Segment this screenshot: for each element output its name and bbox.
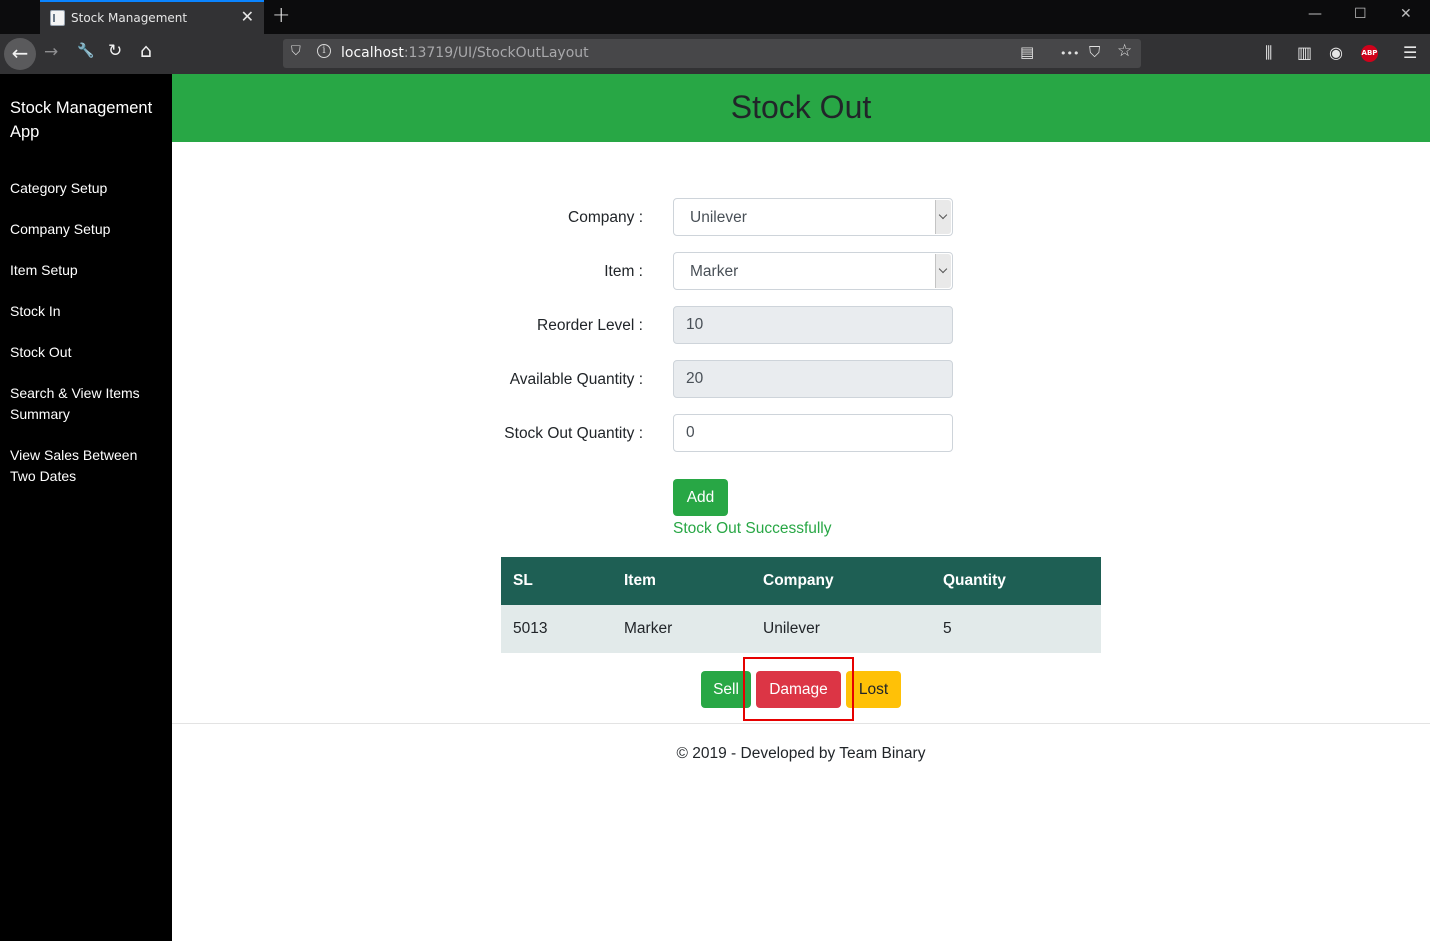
library-icon[interactable]: ⫼ <box>1265 43 1272 63</box>
tools-wrench-icon[interactable]: 🔧 <box>77 43 94 59</box>
bookmark-star-icon[interactable]: ☆ <box>1117 41 1132 61</box>
sidebar-item-stock-out[interactable]: Stock Out <box>10 342 165 363</box>
sidebar-item-view-sales-between-dates[interactable]: View Sales Between Two Dates <box>10 445 165 487</box>
column-header-quantity: Quantity <box>931 557 1101 605</box>
reader-view-icon[interactable]: ▤ <box>1020 43 1034 61</box>
adblock-plus-icon[interactable]: ABP <box>1361 45 1378 62</box>
stock-out-quantity-label: Stock Out Quantity : <box>504 425 643 442</box>
available-quantity-field: 20 <box>673 360 953 398</box>
item-select[interactable]: Marker <box>673 252 953 290</box>
footer-divider <box>172 723 1430 724</box>
sidebar-item-category-setup[interactable]: Category Setup <box>10 178 165 199</box>
hamburger-menu-icon[interactable]: ☰ <box>1403 43 1417 62</box>
tab-close-icon[interactable]: ✕ <box>241 7 254 26</box>
company-select[interactable]: Unilever <box>673 198 953 236</box>
stock-out-table: SL Item Company Quantity 5013 Marker Uni… <box>501 557 1101 653</box>
tracking-shield-icon[interactable]: ⛉ <box>291 44 301 59</box>
cell-company: Unilever <box>751 605 931 653</box>
available-quantity-label: Available Quantity : <box>509 371 643 388</box>
browser-tab-bar: Stock Management ✕ + — ☐ ✕ <box>0 0 1430 34</box>
reorder-level-field: 10 <box>673 306 953 344</box>
page-favicon-icon <box>50 10 65 26</box>
sidebar: Stock Management App Category Setup Comp… <box>0 74 172 941</box>
chevron-down-icon <box>935 200 951 234</box>
sidebar-item-company-setup[interactable]: Company Setup <box>10 219 165 240</box>
site-info-icon[interactable]: i <box>317 44 331 58</box>
tab-title: Stock Management <box>71 11 188 25</box>
brand-title[interactable]: Stock Management App <box>10 96 165 144</box>
url-path: :13719/UI/StockOutLayout <box>403 45 589 61</box>
window-close-icon[interactable]: ✕ <box>1400 6 1412 22</box>
column-header-sl: SL <box>501 557 612 605</box>
address-bar[interactable]: ⛉ i localhost:13719/UI/StockOutLayout ▤ … <box>283 39 1141 68</box>
footer-text: © 2019 - Developed by Team Binary <box>676 745 926 762</box>
page-actions-icon[interactable]: ••• <box>1060 47 1079 60</box>
reload-icon[interactable]: ↻ <box>108 41 122 61</box>
add-button[interactable]: Add <box>673 479 728 516</box>
sidebar-item-item-setup[interactable]: Item Setup <box>10 260 165 281</box>
company-label: Company : <box>568 209 643 226</box>
back-icon[interactable]: ← <box>4 38 36 70</box>
account-icon[interactable]: ◉ <box>1329 43 1343 62</box>
url-host: localhost <box>341 45 404 61</box>
cell-item: Marker <box>612 605 751 653</box>
column-header-item: Item <box>612 557 751 605</box>
sidebar-item-search-view-items-summary[interactable]: Search & View Items Summary <box>10 383 165 425</box>
item-label: Item : <box>604 263 643 280</box>
page-title: Stock Out <box>730 89 872 125</box>
reorder-level-label: Reorder Level : <box>537 317 643 334</box>
home-icon[interactable]: ⌂ <box>140 40 152 62</box>
company-select-value: Unilever <box>690 209 747 226</box>
stock-out-quantity-input[interactable]: 0 <box>673 414 953 452</box>
maximize-icon[interactable]: ☐ <box>1354 6 1367 22</box>
forward-icon[interactable]: → <box>44 42 58 62</box>
success-message: Stock Out Successfully <box>673 520 832 537</box>
new-tab-icon[interactable]: + <box>272 3 290 28</box>
cell-quantity: 5 <box>931 605 1101 653</box>
sidebar-item-stock-in[interactable]: Stock In <box>10 301 165 322</box>
lost-button[interactable]: Lost <box>846 671 901 708</box>
browser-tab[interactable]: Stock Management ✕ <box>40 0 264 34</box>
page-header: Stock Out <box>172 74 1430 142</box>
table-row: 5013 Marker Unilever 5 <box>501 605 1101 653</box>
cell-sl: 5013 <box>501 605 612 653</box>
item-select-value: Marker <box>690 263 739 280</box>
damage-highlight-box <box>743 657 854 721</box>
url-text[interactable]: localhost:13719/UI/StockOutLayout <box>341 45 589 61</box>
column-header-company: Company <box>751 557 931 605</box>
chevron-down-icon <box>935 254 951 288</box>
sidebar-toggle-icon[interactable]: ▥ <box>1297 43 1312 62</box>
table-header-row: SL Item Company Quantity <box>501 557 1101 605</box>
minimize-icon[interactable]: — <box>1308 6 1322 22</box>
pocket-icon[interactable]: ⛉ <box>1089 43 1100 61</box>
